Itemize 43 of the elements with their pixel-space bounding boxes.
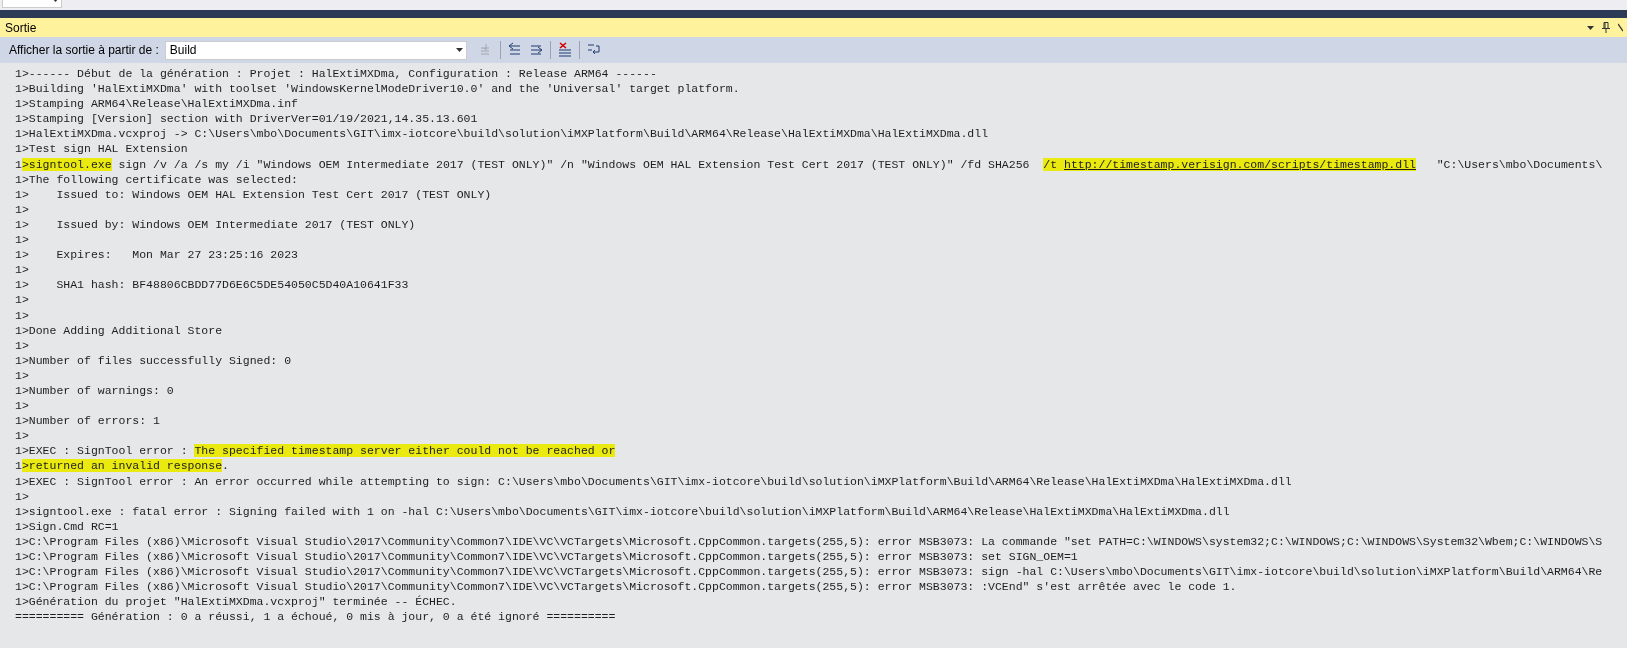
output-line: 1> xyxy=(15,232,30,248)
source-dropdown[interactable]: Build xyxy=(164,40,467,60)
output-line: 1> Expires: Mon Mar 27 23:25:16 2023 xyxy=(15,247,299,263)
output-line: 1> xyxy=(15,262,30,278)
output-line: 1>Number of warnings: 0 xyxy=(15,382,175,399)
output-line: ========== Génération : 0 a réussi, 1 a échoué, 0 mis à jour, 0 a été ignoré ========== xyxy=(15,609,617,625)
output-line: 1>Building 'HalExtiMXDma' with toolset 'WindowsKernelModeDriver10.0' and the 'Universal' target platform. xyxy=(15,81,741,97)
output-line: 1> xyxy=(15,307,30,323)
output-line: 1> xyxy=(15,367,30,383)
output-line: 1>Number of files successfully Signed: 0 xyxy=(15,352,293,368)
close-icon[interactable] xyxy=(1618,23,1623,32)
output-line: 1>C:\Program Files (x86)\Microsoft Visual Studio\2017\Community\Common7\IDE\VC\VCTargets\Microsoft.CppCommon.targets(255,5): error MSB3073: La commande "set PATH=C:\WINDOWS\system32;C:\WINDOWS;C:\WINDOWS\System32\Wbem;C:\WINDOWS\S xyxy=(15,533,1604,549)
output-line: 1> xyxy=(15,428,30,444)
output-line: 1>Génération du projet "HalExtiMXDma.vcxproj" terminée -- ÉCHEC. xyxy=(15,594,458,610)
dropdown-icon[interactable] xyxy=(1587,25,1594,30)
output-line: 1> xyxy=(15,292,30,308)
output-line: 1> Issued to: Windows OEM HAL Extension Test Cert 2017 (TEST ONLY) xyxy=(15,186,493,202)
toolbar-label: Afficher la sortie à partir de : xyxy=(9,42,159,59)
link[interactable]: http://timestamp.verisign.com/scripts/timestamp.dll xyxy=(1064,157,1416,171)
output-line: 1>Sign.Cmd RC=1 xyxy=(15,518,120,534)
caret-icon xyxy=(455,48,463,52)
output-line: 1>EXEC : SignTool error : An error occurred while attempting to sign: C:\Users\mbo\Documents\GIT\imx-iotcore\build\solution\iMXPlatform\Build\ARM64\Release\HalExtiMXDma\HalExtiMXDma.dll xyxy=(15,473,1293,489)
output-line: 1> Issued by: Windows OEM Intermediate 2017 (TEST ONLY) xyxy=(15,216,417,233)
panel-title: Sortie xyxy=(5,19,37,37)
output-line: 1> xyxy=(15,201,30,217)
output-line: 1>HalExtiMXDma.vcxproj -> C:\Users\mbo\Documents\GIT\imx-iotcore\build\solution\iMXPlatform\Build\ARM64\Release\HalExtiMXDma\HalExtiMXDma.dll xyxy=(15,126,990,142)
output-line: 1>------ Début de la génération : Projet : HalExtiMXDma, Configuration : Release ARM64 ------ xyxy=(15,66,658,82)
output-line: 1>Done Adding Additional Store xyxy=(15,322,224,338)
output-line: 1>The following certificate was selected: xyxy=(15,171,299,187)
output-line: 1> SHA1 hash: BF48806CBDD77D6E6C5DE54050C5D40A10641F33 xyxy=(15,277,410,293)
output-line: 1> xyxy=(15,398,30,414)
output-line: 1>Test sign HAL Extension xyxy=(15,141,189,157)
output-line: 1>Stamping [Version] section with DriverVer=01/19/2021,14.35.13.601 xyxy=(15,111,479,127)
output-line: 1> xyxy=(15,337,30,353)
pin-icon[interactable] xyxy=(1602,22,1610,33)
output-line: 1> xyxy=(15,488,30,504)
output-line: 1>Number of errors: 1 xyxy=(15,413,161,429)
output-line: 1>C:\Program Files (x86)\Microsoft Visual Studio\2017\Community\Common7\IDE\VC\VCTargets\Microsoft.CppCommon.targets(255,5): error MSB3073: :VCEnd" s'est arrêtée avec le code 1. xyxy=(15,579,1238,595)
output-line: 1>EXEC : SignTool error : The specified timestamp server either could not be reached or xyxy=(15,443,617,459)
output-line: 1>Stamping ARM64\Release\HalExtiMXDma.inf xyxy=(15,96,299,112)
output-line: 1>signtool.exe : fatal error : Signing failed with 1 on -hal C:\Users\mbo\Documents\GIT\imx-iotcore\build\solution\iMXPlatform\Build\ARM64\Release\HalExtiMXDma\HalExtiMXDma.dll xyxy=(15,503,1231,519)
output-line: 1>C:\Program Files (x86)\Microsoft Visual Studio\2017\Community\Common7\IDE\VC\VCTargets\Microsoft.CppCommon.targets(255,5): error MSB3073: set SIGN_OEM=1 xyxy=(15,549,1079,565)
output-line: 1>C:\Program Files (x86)\Microsoft Visual Studio\2017\Community\Common7\IDE\VC\VCTargets\Microsoft.CppCommon.targets(255,5): error MSB3073: sign -hal C:\Users\mbo\Documents\GIT\imx-iotcore\build\solution\iMXPlatform\Build\ARM64\Re xyxy=(15,564,1604,580)
